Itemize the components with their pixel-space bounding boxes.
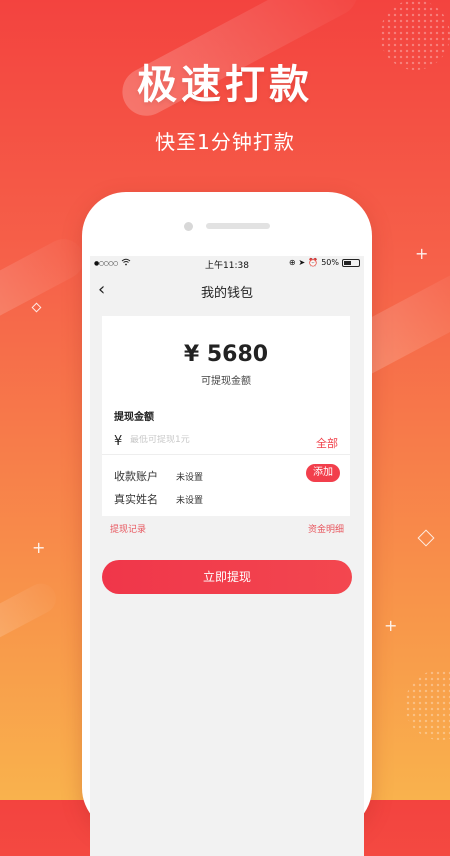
add-account-button[interactable]: 添加 (306, 464, 340, 482)
status-bar: ●○○○○ 上午11:38 ⊕ ➤ ⏰ 50% (90, 256, 364, 272)
plus-decor-icon: + (32, 538, 46, 557)
withdraw-now-button[interactable]: 立即提现 (102, 560, 352, 594)
battery-icon (342, 258, 360, 267)
promo-subline: 快至1分钟打款 (155, 130, 295, 154)
withdraw-amount-row: ¥ 全部 (102, 430, 350, 455)
page-title: 我的钱包 (200, 286, 253, 301)
plus-decor-icon: + (415, 244, 429, 263)
battery-percent: 50% (321, 258, 339, 267)
wallet-links: 提现记录 资金明细 (102, 522, 352, 536)
diamond-decor-icon (417, 529, 435, 547)
account-label: 收款账户 (114, 470, 158, 483)
lock-rotation-icon: ⊕ (288, 258, 296, 267)
status-right: ⊕ ➤ ⏰ 50% (289, 258, 360, 267)
real-name-label: 真实姓名 (114, 493, 158, 506)
balance-amount: ¥ 5680 (183, 342, 269, 367)
decor-stripe (0, 232, 91, 338)
withdraw-amount-title: 提现金额 (114, 412, 154, 423)
wallet-card: ¥ 5680 可提现金额 提现金额 ¥ 全部 收款账户 未设置 添加 真实姓名 … (102, 316, 350, 516)
decor-dot-pattern (405, 670, 450, 740)
currency-symbol: ¥ (114, 434, 123, 449)
phone-screen: ●○○○○ 上午11:38 ⊕ ➤ ⏰ 50% ‹ 我的钱包 ¥ 5680 可提… (90, 256, 364, 856)
battery-fill (344, 260, 351, 265)
withdraw-amount-input[interactable] (130, 435, 280, 445)
alarm-icon: ⏰ (308, 258, 319, 267)
plus-decor-icon: + (384, 616, 398, 635)
balance-label: 可提现金额 (201, 376, 251, 387)
location-icon: ➤ (298, 258, 306, 267)
camera-icon (184, 222, 193, 231)
diamond-decor-icon (31, 302, 42, 313)
withdraw-history-link[interactable]: 提现记录 (110, 522, 146, 535)
withdraw-all-button[interactable]: 全部 (316, 435, 338, 451)
phone-mockup: ●○○○○ 上午11:38 ⊕ ➤ ⏰ 50% ‹ 我的钱包 ¥ 5680 可提… (82, 192, 372, 856)
promo-headline: 极速打款 (137, 62, 313, 108)
fund-details-link[interactable]: 资金明细 (308, 522, 344, 535)
nav-bar: ‹ 我的钱包 (90, 272, 364, 308)
real-name-value: 未设置 (176, 496, 204, 506)
decor-stripe (0, 578, 62, 652)
speaker-grille (206, 223, 270, 229)
account-value: 未设置 (176, 473, 204, 483)
